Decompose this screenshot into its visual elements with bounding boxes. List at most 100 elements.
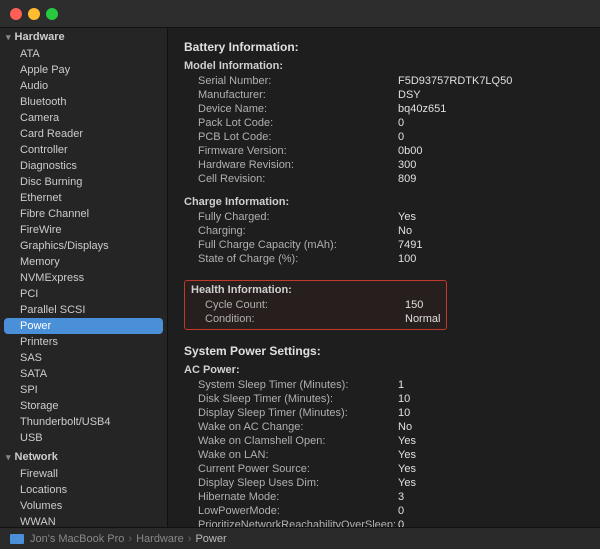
info-value: No xyxy=(398,225,412,237)
info-label: Device Name: xyxy=(198,103,398,115)
info-label: Cycle Count: xyxy=(205,299,405,311)
sidebar-item-ethernet[interactable]: Ethernet xyxy=(0,190,167,206)
info-value: 1 xyxy=(398,379,404,391)
sidebar-item-wwan[interactable]: WWAN xyxy=(0,514,167,527)
info-label: Hardware Revision: xyxy=(198,159,398,171)
info-value: Yes xyxy=(398,435,416,447)
sidebar-item-bluetooth[interactable]: Bluetooth xyxy=(0,94,167,110)
sidebar-group: ▾HardwareATAApple PayAudioBluetoothCamer… xyxy=(0,28,167,446)
group-label: Network xyxy=(15,451,58,463)
info-label: Full Charge Capacity (mAh): xyxy=(198,239,398,251)
info-label: Serial Number: xyxy=(198,75,398,87)
sidebar-item-sas[interactable]: SAS xyxy=(0,350,167,366)
info-label: System Sleep Timer (Minutes): xyxy=(198,379,398,391)
info-value: F5D93757RDTK7LQ50 xyxy=(398,75,512,87)
sidebar-group-header[interactable]: ▾ Network xyxy=(0,448,167,466)
battery-info-title: Battery Information: xyxy=(184,40,584,54)
sidebar-item-power[interactable]: Power xyxy=(4,318,163,334)
breadcrumb: Jon's MacBook Pro›Hardware›Power xyxy=(30,533,227,545)
sidebar-item-apple-pay[interactable]: Apple Pay xyxy=(0,62,167,78)
info-row: LowPowerMode:0 xyxy=(184,504,584,518)
info-label: Hibernate Mode: xyxy=(198,491,398,503)
sidebar-item-disc-burning[interactable]: Disc Burning xyxy=(0,174,167,190)
sidebar-item-memory[interactable]: Memory xyxy=(0,254,167,270)
sidebar-item-sata[interactable]: SATA xyxy=(0,366,167,382)
sidebar-item-storage[interactable]: Storage xyxy=(0,398,167,414)
health-box: Health Information:Cycle Count:150Condit… xyxy=(184,280,447,330)
info-row: Pack Lot Code:0 xyxy=(184,116,584,130)
sidebar-item-controller[interactable]: Controller xyxy=(0,142,167,158)
sidebar-group-header[interactable]: ▾Hardware xyxy=(0,28,167,46)
info-label: State of Charge (%): xyxy=(198,253,398,265)
sidebar-item-firewall[interactable]: Firewall xyxy=(0,466,167,482)
info-row: Hibernate Mode:3 xyxy=(184,490,584,504)
sidebar-item-thunderbolt-usb4[interactable]: Thunderbolt/USB4 xyxy=(0,414,167,430)
sidebar-item-locations[interactable]: Locations xyxy=(0,482,167,498)
sidebar-item-usb[interactable]: USB xyxy=(0,430,167,446)
sidebar-item-card-reader[interactable]: Card Reader xyxy=(0,126,167,142)
sidebar-item-firewire[interactable]: FireWire xyxy=(0,222,167,238)
info-row: Display Sleep Timer (Minutes):10 xyxy=(184,406,584,420)
info-label: Condition: xyxy=(205,313,405,325)
info-value: Normal xyxy=(405,313,440,325)
info-row: Firmware Version:0b00 xyxy=(184,144,584,158)
info-value: 7491 xyxy=(398,239,422,251)
info-label: Charging: xyxy=(198,225,398,237)
info-label: Manufacturer: xyxy=(198,89,398,101)
traffic-lights xyxy=(10,8,58,20)
title-bar xyxy=(0,0,600,28)
breadcrumb-separator: › xyxy=(188,533,192,545)
info-label: Wake on Clamshell Open: xyxy=(198,435,398,447)
maximize-button[interactable] xyxy=(46,8,58,20)
info-row: Serial Number:F5D93757RDTK7LQ50 xyxy=(184,74,584,88)
info-row: Charging:No xyxy=(184,224,584,238)
info-block: AC Power:System Sleep Timer (Minutes):1D… xyxy=(184,364,584,527)
sidebar-item-camera[interactable]: Camera xyxy=(0,110,167,126)
info-value: Yes xyxy=(398,463,416,475)
info-label: Fully Charged: xyxy=(198,211,398,223)
info-label: Firmware Version: xyxy=(198,145,398,157)
sidebar-item-diagnostics[interactable]: Diagnostics xyxy=(0,158,167,174)
sidebar-item-nvmexpress[interactable]: NVMExpress xyxy=(0,270,167,286)
sidebar-item-pci[interactable]: PCI xyxy=(0,286,167,302)
breadcrumb-item: Hardware xyxy=(136,533,184,545)
sidebar-item-parallel-scsi[interactable]: Parallel SCSI xyxy=(0,302,167,318)
info-value: 0 xyxy=(398,505,404,517)
sidebar-item-printers[interactable]: Printers xyxy=(0,334,167,350)
sidebar-item-graphics-displays[interactable]: Graphics/Displays xyxy=(0,238,167,254)
info-row: Disk Sleep Timer (Minutes):10 xyxy=(184,392,584,406)
info-value: Yes xyxy=(398,477,416,489)
info-label: PCB Lot Code: xyxy=(198,131,398,143)
info-label: Current Power Source: xyxy=(198,463,398,475)
info-value: DSY xyxy=(398,89,421,101)
sub-section-title: Health Information: xyxy=(191,284,440,296)
info-label: Disk Sleep Timer (Minutes): xyxy=(198,393,398,405)
info-label: Display Sleep Timer (Minutes): xyxy=(198,407,398,419)
sidebar-item-spi[interactable]: SPI xyxy=(0,382,167,398)
sidebar-group: ▾NetworkFirewallLocationsVolumesWWANWi-F… xyxy=(0,448,167,527)
info-label: Wake on AC Change: xyxy=(198,421,398,433)
info-row: Device Name:bq40z651 xyxy=(184,102,584,116)
sidebar-item-fibre-channel[interactable]: Fibre Channel xyxy=(0,206,167,222)
info-row: Wake on Clamshell Open:Yes xyxy=(184,434,584,448)
info-row: Current Power Source:Yes xyxy=(184,462,584,476)
minimize-button[interactable] xyxy=(28,8,40,20)
sidebar-item-audio[interactable]: Audio xyxy=(0,78,167,94)
info-value: bq40z651 xyxy=(398,103,446,115)
info-label: Display Sleep Uses Dim: xyxy=(198,477,398,489)
breadcrumb-separator: › xyxy=(128,533,132,545)
info-value: 0 xyxy=(398,117,404,129)
info-value: 3 xyxy=(398,491,404,503)
sidebar-item-ata[interactable]: ATA xyxy=(0,46,167,62)
info-value: Yes xyxy=(398,211,416,223)
info-value: 100 xyxy=(398,253,416,265)
breadcrumb-item: Jon's MacBook Pro xyxy=(30,533,124,545)
close-button[interactable] xyxy=(10,8,22,20)
info-row: System Sleep Timer (Minutes):1 xyxy=(184,378,584,392)
sidebar-item-volumes[interactable]: Volumes xyxy=(0,498,167,514)
sub-section-title: Model Information: xyxy=(184,60,584,72)
chevron-down-icon: ▾ xyxy=(6,452,11,463)
sub-section-title: Charge Information: xyxy=(184,196,584,208)
info-row: Wake on AC Change:No xyxy=(184,420,584,434)
info-value: No xyxy=(398,421,412,433)
